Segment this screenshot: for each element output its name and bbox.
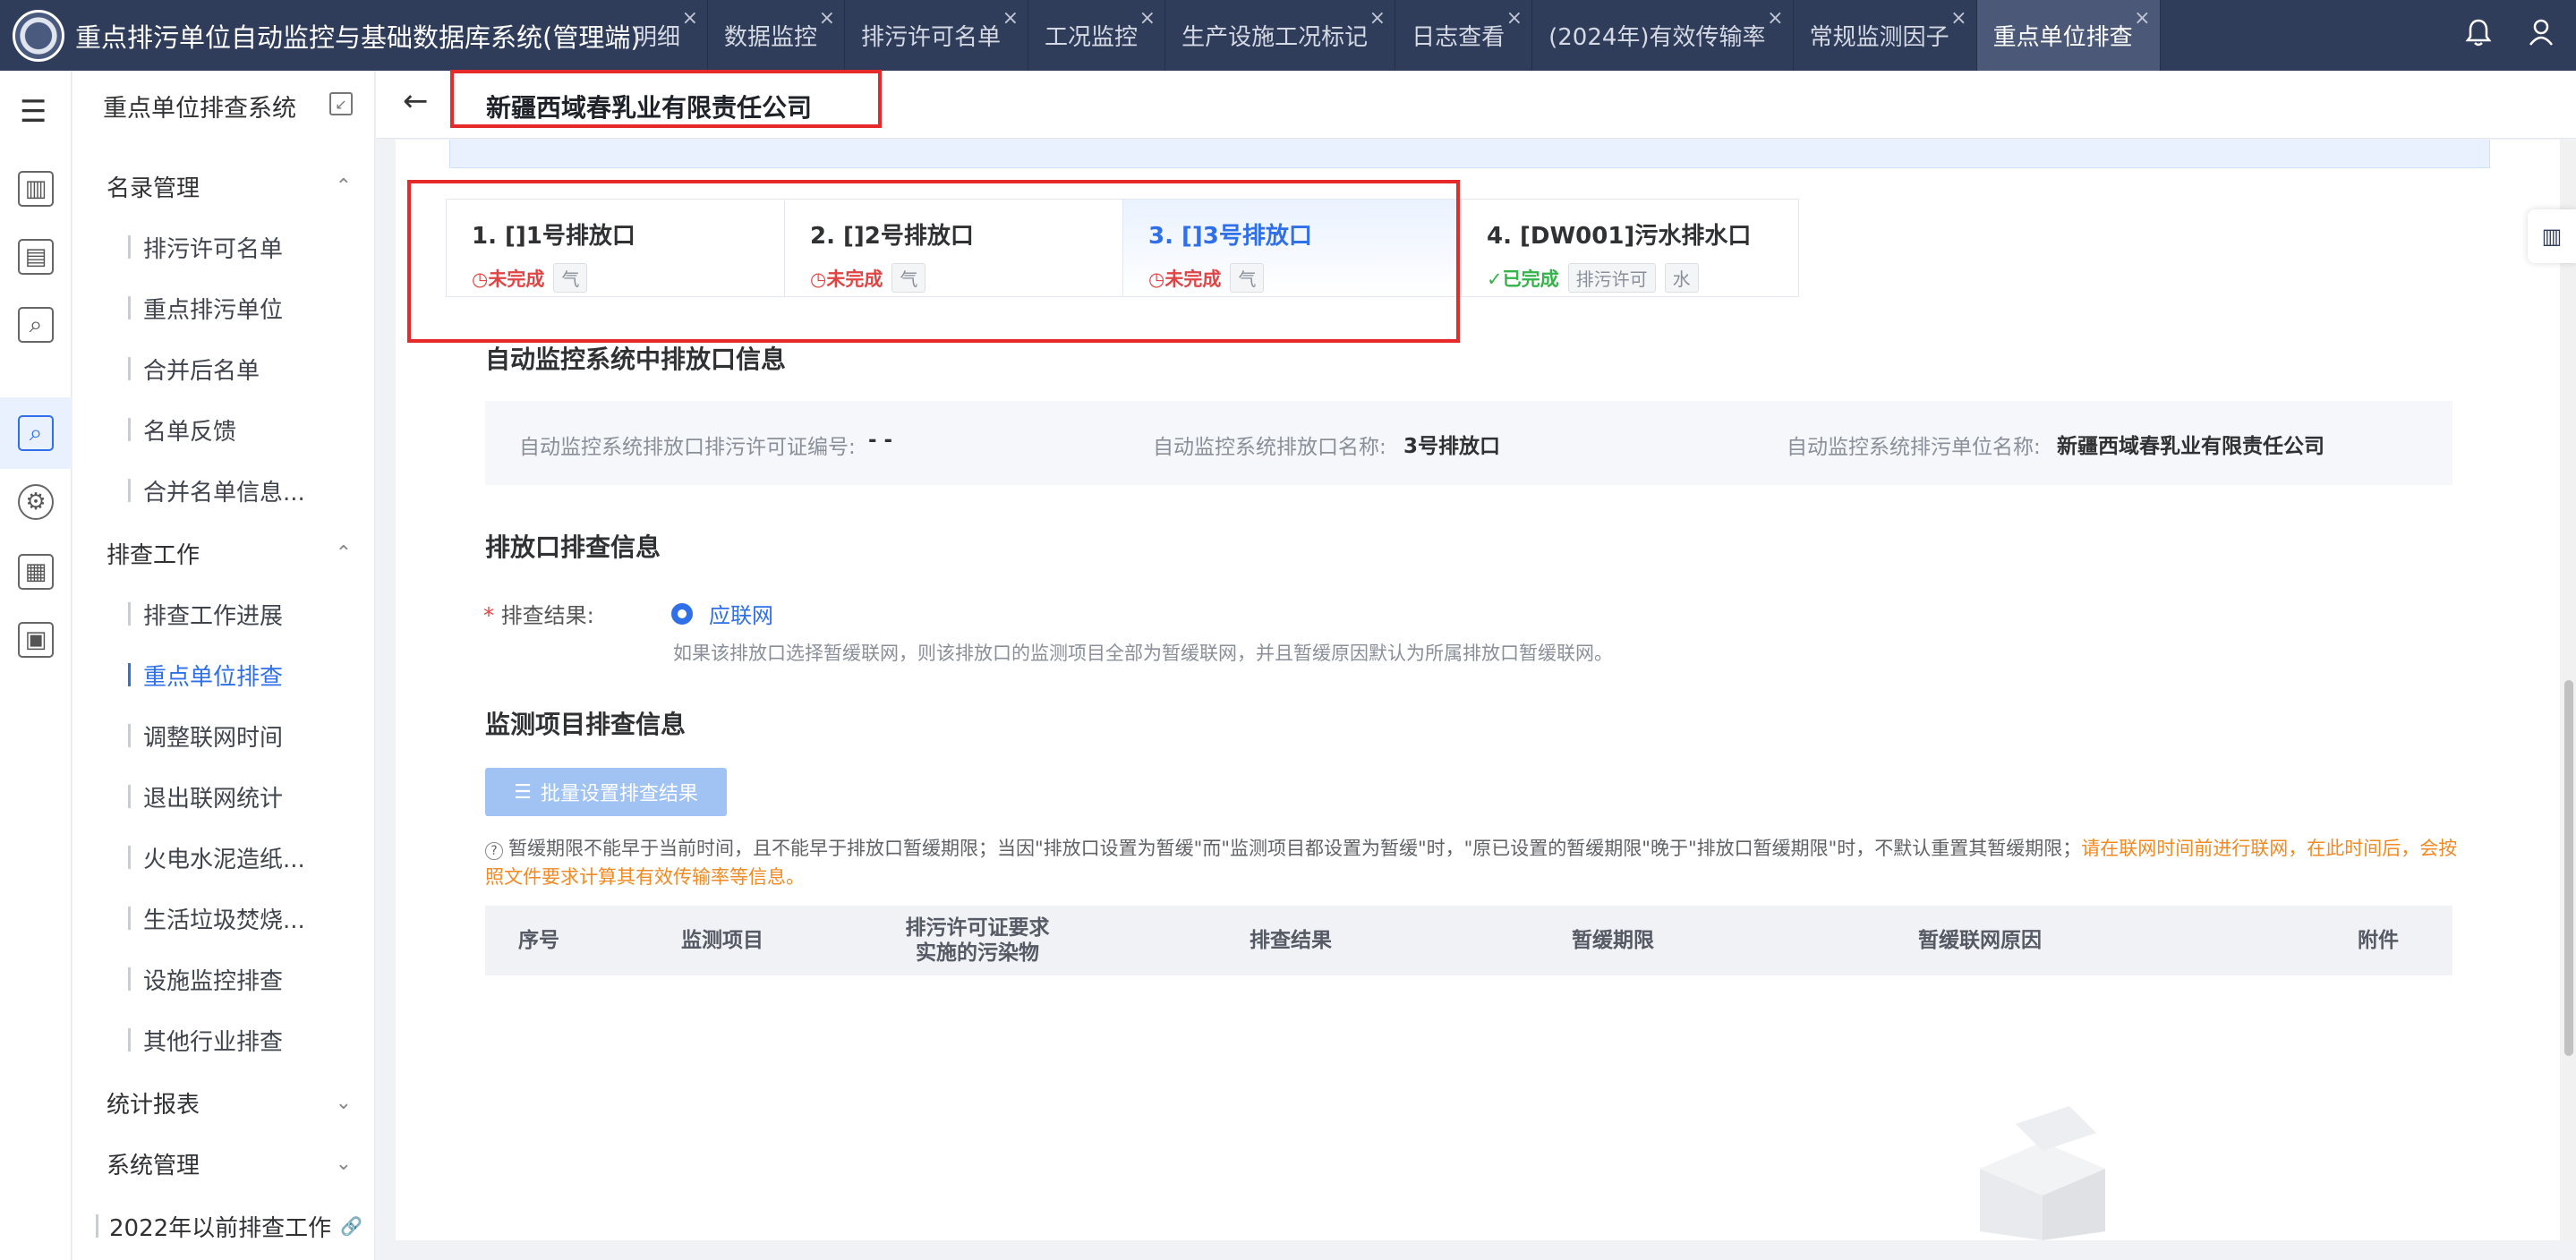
sidebar-item-key-units[interactable]: 重点排污单位 <box>73 282 375 334</box>
sidebar-item-merged-info[interactable]: 合并名单信息... <box>73 464 375 516</box>
sidebar-item-waste-incineration[interactable]: 生活垃圾焚烧... <box>73 892 375 944</box>
close-icon[interactable]: × <box>819 7 835 30</box>
table-header: 序号 监测项目 排污许可证要求 实施的污染物 排查结果 暂缓期限 暂缓联网原因 … <box>485 906 2452 975</box>
column-header: 附件 <box>2358 929 2399 952</box>
sidebar-group-directory[interactable]: 名录管理 ⌃ <box>73 160 375 212</box>
auto-info-box: 自动监控系统排放口排污许可证编号: - - 自动监控系统排放口名称: 3号排放口… <box>485 401 2452 485</box>
unit-name-label: 自动监控系统排污单位名称: <box>1787 436 2041 459</box>
section-title-check-info: 排放口排查信息 <box>485 532 661 562</box>
help-icon: ? <box>485 842 503 860</box>
sidebar-item-key-unit-check[interactable]: 重点单位排查 <box>73 649 375 701</box>
batch-set-button[interactable]: ☰ 批量设置排查结果 <box>485 768 727 816</box>
column-header: 监测项目 <box>681 929 763 952</box>
type-tag: 排污许可 <box>1567 263 1656 293</box>
chevron-down-icon: ⌄ <box>335 1152 352 1175</box>
close-icon[interactable]: × <box>2134 7 2150 30</box>
tab-data-monitor[interactable]: 数据监控 × <box>708 0 846 71</box>
sidebar-link-legacy[interactable]: 2022年以前排查工作 🔗 <box>73 1200 375 1252</box>
column-header: 暂缓期限 <box>1572 929 1654 952</box>
chevron-down-icon: ⌄ <box>335 1091 352 1114</box>
sidebar-group-system[interactable]: 系统管理 ⌄ <box>73 1137 375 1189</box>
empty-data-illustration <box>1980 1106 2105 1240</box>
close-icon[interactable]: × <box>682 7 698 30</box>
check-circle-icon: ✓ <box>1487 268 1503 290</box>
monitor-icon[interactable]: ▤ <box>18 239 54 275</box>
sidebar-item-power-cement[interactable]: 火电水泥造纸... <box>73 831 375 883</box>
outlet-name-label: 自动监控系统排放口名称: <box>1153 436 1386 459</box>
sidebar-title: 重点单位排查系统 <box>103 95 296 123</box>
check-doc-icon[interactable]: ⌕ <box>18 415 54 451</box>
close-icon[interactable]: × <box>1506 7 1523 30</box>
chevron-up-icon: ⌃ <box>335 541 352 565</box>
column-header: 暂缓联网原因 <box>1918 929 2042 952</box>
tab-key-unit-check[interactable]: 重点单位排查 × <box>1976 0 2161 71</box>
sidebar-item-other-industry[interactable]: 其他行业排查 <box>73 1014 375 1066</box>
result-label: * 排查结果: <box>483 603 594 628</box>
section-title-monitor-info: 监测项目排查信息 <box>485 710 687 739</box>
chart-icon[interactable]: ▥ <box>18 171 54 207</box>
unit-name-value: 新疆西域春乳业有限责任公司 <box>2057 435 2324 458</box>
close-icon[interactable]: × <box>1950 7 1966 30</box>
close-icon[interactable]: × <box>1139 7 1156 30</box>
settings-icon[interactable]: ⚙ <box>18 484 54 520</box>
scrollbar-thumb[interactable] <box>2564 680 2573 1056</box>
tab-facility-mark[interactable]: 生产设施工况标记 × <box>1165 0 1396 71</box>
chevron-up-icon: ⌃ <box>335 175 352 198</box>
sidebar-item-merged-list[interactable]: 合并后名单 <box>73 343 375 395</box>
back-icon[interactable]: ← <box>403 83 429 119</box>
result-radio-label[interactable]: 应联网 <box>709 598 773 629</box>
sidebar: 重点单位排查系统 ↙ 名录管理 ⌃ 排污许可名单 重点排污单位 合并后名单 名单反… <box>73 71 375 1260</box>
list-icon: ☰ <box>514 780 532 804</box>
icon-rail: ☰ ▥ ▤ ⌕ ⌕ ⚙ ▦ ▣ <box>0 71 72 1260</box>
status-badge: ✓已完成 <box>1487 268 1559 290</box>
top-bar: 重点排污单位自动监控与基础数据库系统(管理端) 明细 × 数据监控 × 排污许可名单… <box>0 0 2576 71</box>
outlet-name-value: 3号排放口 <box>1403 435 1501 458</box>
top-icons <box>2465 0 2555 71</box>
outlet-tab-4[interactable]: 4. [DW001]污水排水口 ✓已完成 排污许可水 <box>1461 199 1799 297</box>
result-radio[interactable] <box>671 603 693 625</box>
tab-bar: 明细 × 数据监控 × 排污许可名单 × 工况监控 × 生产设施工况标记 × 日志查看 × … <box>618 0 2161 71</box>
close-icon[interactable]: × <box>1369 7 1386 30</box>
image-icon[interactable]: ▦ <box>18 554 54 590</box>
sidebar-item-facility-monitor[interactable]: 设施监控排查 <box>73 953 375 1005</box>
column-header: 排查结果 <box>1250 929 1332 952</box>
sidebar-item-list-feedback[interactable]: 名单反馈 <box>73 404 375 455</box>
tab-condition-monitor[interactable]: 工况监控 × <box>1028 0 1166 71</box>
tab-detail[interactable]: 明细 × <box>618 0 709 71</box>
sidebar-group-check-work[interactable]: 排查工作 ⌃ <box>73 527 375 579</box>
collapse-icon[interactable]: ↙ <box>329 92 353 115</box>
permit-value: - - <box>868 429 893 452</box>
bell-icon[interactable] <box>2465 18 2492 54</box>
sidebar-item-check-progress[interactable]: 排查工作进展 <box>73 588 375 640</box>
config-icon[interactable]: ▣ <box>18 622 54 658</box>
result-hint: 如果该排放口选择暂缓联网，则该排放口的监测项目全部为暂缓联网，并且暂缓原因默认为… <box>673 643 1613 664</box>
tab-permit-list[interactable]: 排污许可名单 × <box>845 0 1029 71</box>
close-icon[interactable]: × <box>1002 7 1019 30</box>
menu-icon[interactable]: ☰ <box>20 94 47 130</box>
sidebar-item-exit-stats[interactable]: 退出联网统计 <box>73 770 375 822</box>
app-logo <box>13 9 64 62</box>
monitor-note: ? 暂缓期限不能早于当前时间，且不能早于排放口暂缓期限；当因"排放口设置为暂缓"而… <box>485 838 2458 888</box>
tab-log-view[interactable]: 日志查看 × <box>1395 0 1533 71</box>
section-title-auto-info: 自动监控系统中排放口信息 <box>485 345 787 374</box>
highlight-box-title <box>450 70 882 128</box>
highlight-box-outlets <box>407 180 1460 343</box>
column-header: 序号 <box>518 929 559 952</box>
close-icon[interactable]: × <box>1767 7 1783 30</box>
link-icon: 🔗 <box>340 1215 363 1237</box>
book-icon[interactable]: ▥ <box>2528 209 2576 263</box>
search-doc-icon[interactable]: ⌕ <box>18 307 54 343</box>
tab-monitor-factor[interactable]: 常规监测因子 × <box>1794 0 1977 71</box>
sidebar-item-permit-list[interactable]: 排污许可名单 <box>73 221 375 273</box>
notice-banner <box>449 140 2490 168</box>
user-icon[interactable] <box>2528 18 2555 54</box>
type-tag: 水 <box>1664 263 1699 293</box>
sidebar-item-adjust-time[interactable]: 调整联网时间 <box>73 710 375 762</box>
permit-label: 自动监控系统排放口排污许可证编号: <box>519 436 856 459</box>
app-title: 重点排污单位自动监控与基础数据库系统(管理端) <box>75 21 641 53</box>
tab-transmission-rate[interactable]: (2024年)有效传输率 × <box>1532 0 1794 71</box>
column-header: 排污许可证要求 实施的污染物 <box>905 916 1050 965</box>
sidebar-group-reports[interactable]: 统计报表 ⌄ <box>73 1077 375 1128</box>
